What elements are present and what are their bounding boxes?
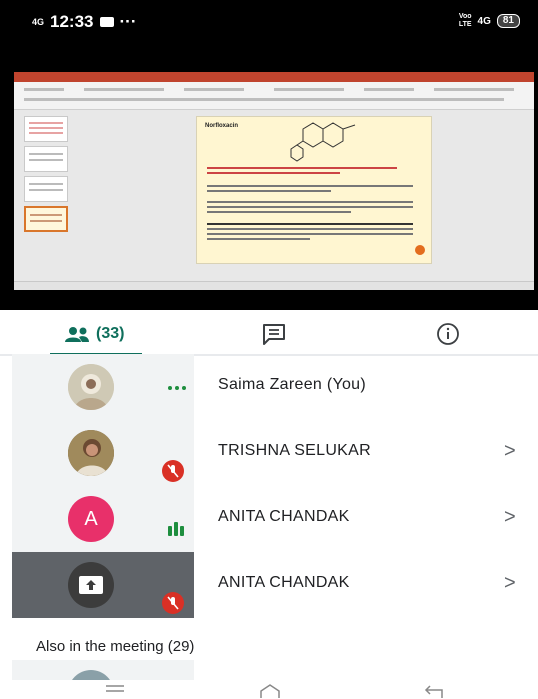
avatar	[68, 562, 114, 608]
slide-iupac-text	[207, 167, 397, 177]
chevron-right-icon[interactable]: >	[504, 506, 516, 529]
chevron-right-icon[interactable]: >	[504, 572, 516, 595]
participant-row[interactable]: Saima Zareen (You)	[0, 354, 538, 420]
carrier-bottom: LTE	[458, 21, 472, 28]
clock: 12:33	[50, 12, 94, 31]
audio-level-icon	[168, 522, 184, 536]
participant-row[interactable]: TRISHNA SELUKAR >	[0, 420, 538, 486]
participant-name: TRISHNA SELUKAR	[218, 442, 371, 459]
speaking-dots-icon	[168, 386, 186, 390]
participant-tile	[12, 354, 194, 420]
slide-orange-dot	[415, 245, 425, 255]
system-nav-bar	[0, 680, 538, 699]
avatar-photo	[68, 364, 114, 410]
slide-bullet	[207, 223, 413, 243]
more-notifications: ···	[119, 12, 137, 31]
participant-name: ANITA CHANDAK	[218, 574, 350, 591]
slide-thumb	[24, 116, 68, 142]
tab-people[interactable]: (33)	[50, 320, 143, 356]
participant-tile	[12, 420, 194, 486]
participant-tile-partial	[12, 660, 194, 680]
home-icon[interactable]	[258, 684, 282, 698]
chat-icon	[263, 324, 285, 345]
avatar: A	[68, 496, 114, 542]
participant-name: ANITA CHANDAK	[218, 508, 350, 525]
ppt-status-bar	[14, 281, 534, 290]
carrier-top: Voo	[458, 13, 472, 20]
avatar-initial: A	[84, 507, 98, 530]
slide-bullet	[207, 201, 413, 216]
participant-tile: A	[12, 486, 194, 552]
slide-bullet	[207, 185, 413, 195]
status-left: 4G 12:33 ···	[32, 12, 136, 32]
presentation-stage[interactable]: Norfloxacin	[0, 44, 538, 310]
battery-icon: 81	[496, 14, 520, 28]
slide-thumb	[24, 146, 68, 172]
people-count: (33)	[96, 325, 125, 342]
signal-gen: 4G	[477, 15, 491, 27]
participant-row[interactable]: ANITA CHANDAK >	[0, 552, 538, 618]
avatar	[68, 670, 114, 680]
ppt-title-bar	[14, 72, 534, 82]
tab-chat[interactable]	[262, 320, 286, 348]
molecule-structure-icon	[290, 122, 356, 162]
avatar	[68, 430, 114, 476]
notification-icon	[99, 17, 114, 27]
tab-info[interactable]	[436, 320, 460, 348]
slide-thumb-active	[24, 206, 68, 232]
avatar-photo	[68, 430, 114, 476]
network-indicator: 4G	[32, 16, 45, 27]
participant-tile	[12, 552, 194, 618]
slide-thumbnails	[24, 116, 76, 236]
ppt-ribbon	[14, 82, 534, 110]
info-icon	[437, 323, 459, 345]
present-screen-icon	[79, 576, 103, 594]
slide-thumb	[24, 176, 68, 202]
current-slide: Norfloxacin	[196, 116, 432, 264]
participant-row[interactable]: A ANITA CHANDAK >	[0, 486, 538, 552]
recent-apps-icon[interactable]	[104, 684, 126, 696]
shared-screen: Norfloxacin	[14, 72, 534, 290]
carrier-indicator: Voo LTE	[459, 13, 472, 29]
meet-screen: 4G 12:33 ··· Voo LTE 4G 81 Norfloxacin (…	[0, 0, 538, 699]
back-icon[interactable]	[422, 684, 448, 698]
chevron-right-icon[interactable]: >	[504, 440, 516, 463]
status-right: Voo LTE 4G 81	[459, 13, 520, 29]
mic-off-icon	[162, 460, 184, 482]
mic-off-icon	[162, 592, 184, 614]
also-in-meeting-header: Also in the meeting (29)	[36, 638, 195, 655]
battery-level: 81	[502, 15, 514, 26]
participant-name: Saima Zareen (You)	[218, 376, 366, 393]
panel-tabs: (33)	[0, 310, 538, 356]
status-bar: 4G 12:33 ··· Voo LTE 4G 81	[0, 0, 538, 44]
people-icon	[65, 327, 89, 342]
avatar	[68, 364, 114, 410]
